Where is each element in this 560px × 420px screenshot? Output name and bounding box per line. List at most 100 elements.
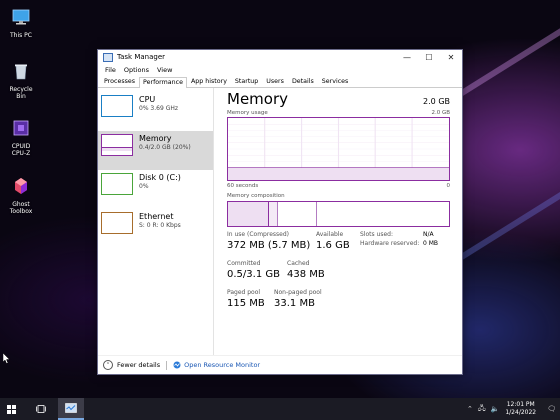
desktop-icon-cpuz[interactable]: CPUID CPU-Z xyxy=(4,118,38,157)
composition-modified xyxy=(269,202,278,226)
taskbar-task-manager[interactable] xyxy=(58,398,84,420)
sidebar-item-ethernet[interactable]: Ethernet S: 0 R: 0 Kbps xyxy=(98,209,213,248)
mouse-cursor-icon xyxy=(3,353,10,364)
menu-bar: File Options View xyxy=(98,64,462,75)
sidebar-item-label: CPU xyxy=(139,95,156,104)
task-manager-window: Task Manager — ☐ ✕ File Options View Pro… xyxy=(97,49,463,375)
panel-title: Memory xyxy=(227,90,289,108)
sidebar-item-label: Disk 0 (C:) xyxy=(139,173,181,182)
stat-cached: 438 MB xyxy=(287,269,325,280)
menu-file[interactable]: File xyxy=(101,66,120,74)
memory-usage-graph xyxy=(227,117,450,181)
notifications-icon[interactable]: 🗨 xyxy=(547,405,556,413)
desktop-icon-label: This PC xyxy=(10,32,32,39)
stat-paged-pool: 115 MB xyxy=(227,298,265,309)
window-title: Task Manager xyxy=(117,53,166,61)
start-button[interactable] xyxy=(0,398,22,420)
resource-sidebar: CPU 0% 3.69 GHz Memory 0.4/2.0 GB (20%) … xyxy=(98,88,214,356)
windows-logo-icon xyxy=(6,404,16,414)
composition-label: Memory composition xyxy=(227,193,285,199)
cpu-thumbnail-graph xyxy=(101,95,133,117)
graph-time-zero: 0 xyxy=(446,183,451,189)
tab-processes[interactable]: Processes xyxy=(100,76,139,87)
usage-graph-label: Memory usage xyxy=(227,110,268,116)
sidebar-item-detail: S: 0 R: 0 Kbps xyxy=(139,222,181,229)
stat-label: In use (Compressed) xyxy=(227,231,289,238)
sidebar-item-detail: 0% xyxy=(139,183,149,190)
menu-options[interactable]: Options xyxy=(120,66,153,74)
system-tray: ⌃ 🖧 🔈 12:01 PM 1/24/2022 🗨 xyxy=(462,398,556,420)
desktop-icon-ghost-toolbox[interactable]: Ghost Toolbox xyxy=(4,176,38,215)
stat-label: Hardware reserved: xyxy=(360,240,420,247)
composition-in-use xyxy=(228,202,269,226)
desktop-icon-label: CPUID CPU-Z xyxy=(11,143,31,157)
chevron-up-icon[interactable]: ⌃ xyxy=(467,405,473,413)
composition-free xyxy=(317,202,449,226)
tab-app-history[interactable]: App history xyxy=(187,76,231,87)
volume-icon[interactable]: 🔈 xyxy=(491,405,500,413)
stat-label: Slots used: xyxy=(360,231,393,238)
memory-composition-bar xyxy=(227,201,450,227)
desktop-icon-label: Ghost Toolbox xyxy=(9,201,33,215)
ghost-toolbox-icon xyxy=(15,178,27,194)
sidebar-item-memory[interactable]: Memory 0.4/2.0 GB (20%) xyxy=(98,131,213,170)
maximize-button[interactable]: ☐ xyxy=(418,50,440,64)
stat-nonpaged-pool: 33.1 MB xyxy=(274,298,315,309)
desktop-icon-label: Recycle Bin xyxy=(9,86,33,100)
usage-fill xyxy=(228,167,449,180)
stat-available: 1.6 GB xyxy=(316,240,350,251)
memory-thumbnail-graph xyxy=(101,134,133,156)
sidebar-item-detail: 0.4/2.0 GB (20%) xyxy=(139,144,191,151)
close-button[interactable]: ✕ xyxy=(440,50,462,64)
tab-strip: Processes Performance App history Startu… xyxy=(98,75,462,88)
ethernet-thumbnail-graph xyxy=(101,212,133,234)
desktop-icon-recycle-bin[interactable]: Recycle Bin xyxy=(4,61,38,100)
open-resource-monitor-link[interactable]: Open Resource Monitor xyxy=(173,361,260,369)
cpu-z-icon xyxy=(13,120,29,136)
clock[interactable]: 12:01 PM 1/24/2022 xyxy=(505,401,536,417)
memory-total: 2.0 GB xyxy=(423,97,450,106)
composition-standby xyxy=(278,202,317,226)
tab-users[interactable]: Users xyxy=(262,76,288,87)
menu-view[interactable]: View xyxy=(153,66,176,74)
network-icon[interactable]: 🖧 xyxy=(478,404,486,415)
monitor-icon xyxy=(12,9,30,25)
tab-details[interactable]: Details xyxy=(288,76,318,87)
task-manager-icon xyxy=(65,403,77,413)
title-bar[interactable]: Task Manager — ☐ ✕ xyxy=(98,50,462,64)
footer-divider xyxy=(166,360,168,370)
stat-label: Available xyxy=(316,231,344,238)
desktop-icon-this-pc[interactable]: This PC xyxy=(4,7,38,39)
clock-date: 1/24/2022 xyxy=(505,409,537,416)
sidebar-item-disk[interactable]: Disk 0 (C:) 0% xyxy=(98,170,213,209)
chevron-up-icon: ⌃ xyxy=(103,360,113,370)
tab-services[interactable]: Services xyxy=(318,76,353,87)
clock-time: 12:01 PM xyxy=(506,401,535,408)
disk-thumbnail-graph xyxy=(101,173,133,195)
resource-monitor-icon xyxy=(173,361,181,369)
memory-panel: Memory 2.0 GB Memory usage 2.0 GB 60 sec… xyxy=(214,88,462,356)
recycle-bin-icon xyxy=(15,64,27,80)
stat-hardware-reserved: 0 MB xyxy=(423,240,439,247)
stat-slots: N/A xyxy=(423,231,434,238)
stat-label: Cached xyxy=(287,260,310,267)
sidebar-item-detail: 0% 3.69 GHz xyxy=(139,105,179,112)
usage-graph-max: 2.0 GB xyxy=(431,110,450,116)
stat-label: Paged pool xyxy=(227,289,261,296)
tab-startup[interactable]: Startup xyxy=(231,76,262,87)
stat-label: Non-paged pool xyxy=(274,289,322,296)
task-view-icon xyxy=(36,405,46,413)
stat-in-use: 372 MB (5.7 MB) xyxy=(227,240,311,251)
tab-performance[interactable]: Performance xyxy=(139,77,187,88)
fewer-details-button[interactable]: ⌃ Fewer details xyxy=(103,360,160,370)
sidebar-item-label: Ethernet xyxy=(139,212,174,221)
window-footer: ⌃ Fewer details Open Resource Monitor xyxy=(98,355,462,374)
task-manager-icon xyxy=(103,52,113,62)
graph-time-label: 60 seconds xyxy=(227,183,259,189)
resource-monitor-label: Open Resource Monitor xyxy=(184,361,261,369)
minimize-button[interactable]: — xyxy=(396,50,418,64)
sidebar-item-cpu[interactable]: CPU 0% 3.69 GHz xyxy=(98,92,213,131)
fewer-details-label: Fewer details xyxy=(117,361,161,369)
task-view-button[interactable] xyxy=(30,398,52,420)
stat-committed: 0.5/3.1 GB xyxy=(227,269,280,280)
